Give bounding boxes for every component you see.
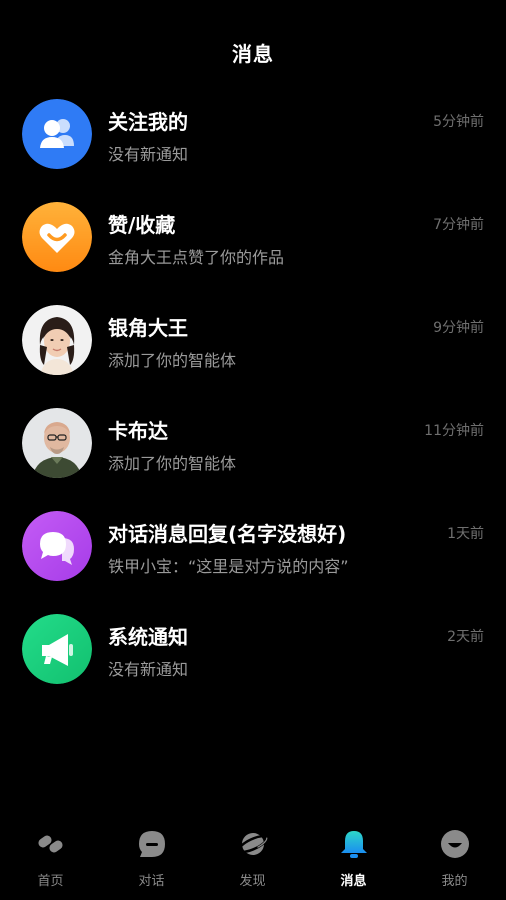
message-time: 2天前 [447,629,484,645]
message-title: 关注我的 [108,110,188,134]
tab-messages[interactable]: 消息 [303,818,404,900]
followers-icon [22,99,92,169]
message-preview: 添加了你的智能体 [108,454,237,473]
home-icon [38,835,63,853]
tab-label: 消息 [340,874,367,889]
message-title: 银角大王 [108,316,188,340]
tab-label: 对话 [138,874,165,889]
planet-icon [237,833,269,855]
message-title: 对话消息回复(名字没想好) [108,522,347,546]
message-preview: 没有新通知 [108,145,189,164]
chat-icon [139,831,165,857]
message-row-user-yinjiao[interactable]: 银角大王 添加了你的智能体 9分钟前 [0,300,506,403]
message-time: 1天前 [447,526,484,542]
message-title: 系统通知 [108,625,188,649]
megaphone-icon [22,614,92,684]
tab-label: 发现 [239,874,266,889]
message-preview: 添加了你的智能体 [108,351,237,370]
message-title: 赞/收藏 [108,213,176,237]
message-row-system[interactable]: 系统通知 没有新通知 2天前 [0,609,506,712]
message-row-chat-replies[interactable]: 对话消息回复(名字没想好) 铁甲小宝：“这里是对方说的内容” 1天前 [0,506,506,609]
message-time: 5分钟前 [433,114,484,130]
chat-bubbles-icon [22,511,92,581]
message-title: 卡布达 [108,419,168,443]
tab-label: 我的 [441,874,468,889]
message-preview: 铁甲小宝：“这里是对方说的内容” [108,557,349,576]
page-title: 消息 [232,42,274,66]
message-preview: 没有新通知 [108,660,189,679]
tab-chat[interactable]: 对话 [101,818,202,900]
heart-like-icon [22,202,92,272]
message-preview: 金角大王点赞了你的作品 [108,248,285,267]
header: 消息 [0,0,506,100]
message-time: 7分钟前 [433,217,484,233]
bottom-tab-bar: 首页 对话 发现 消息 我的 [0,818,506,900]
message-row-user-kabuda[interactable]: 卡布达 添加了你的智能体 11分钟前 [0,403,506,506]
tab-discover[interactable]: 发现 [202,818,303,900]
user-avatar-woman [22,305,92,375]
tab-profile[interactable]: 我的 [404,818,505,900]
message-list: 关注我的 没有新通知 5分钟前 赞/收藏 金角大王点赞了你的作品 7分钟前 银角… [0,94,506,712]
tab-home[interactable]: 首页 [0,818,101,900]
user-avatar-man [22,408,92,478]
tab-label: 首页 [37,874,64,889]
profile-icon [441,830,469,858]
message-row-likes[interactable]: 赞/收藏 金角大王点赞了你的作品 7分钟前 [0,197,506,300]
message-row-followers[interactable]: 关注我的 没有新通知 5分钟前 [0,94,506,197]
message-time: 11分钟前 [424,423,484,439]
message-time: 9分钟前 [433,320,484,336]
bell-icon [341,831,367,858]
